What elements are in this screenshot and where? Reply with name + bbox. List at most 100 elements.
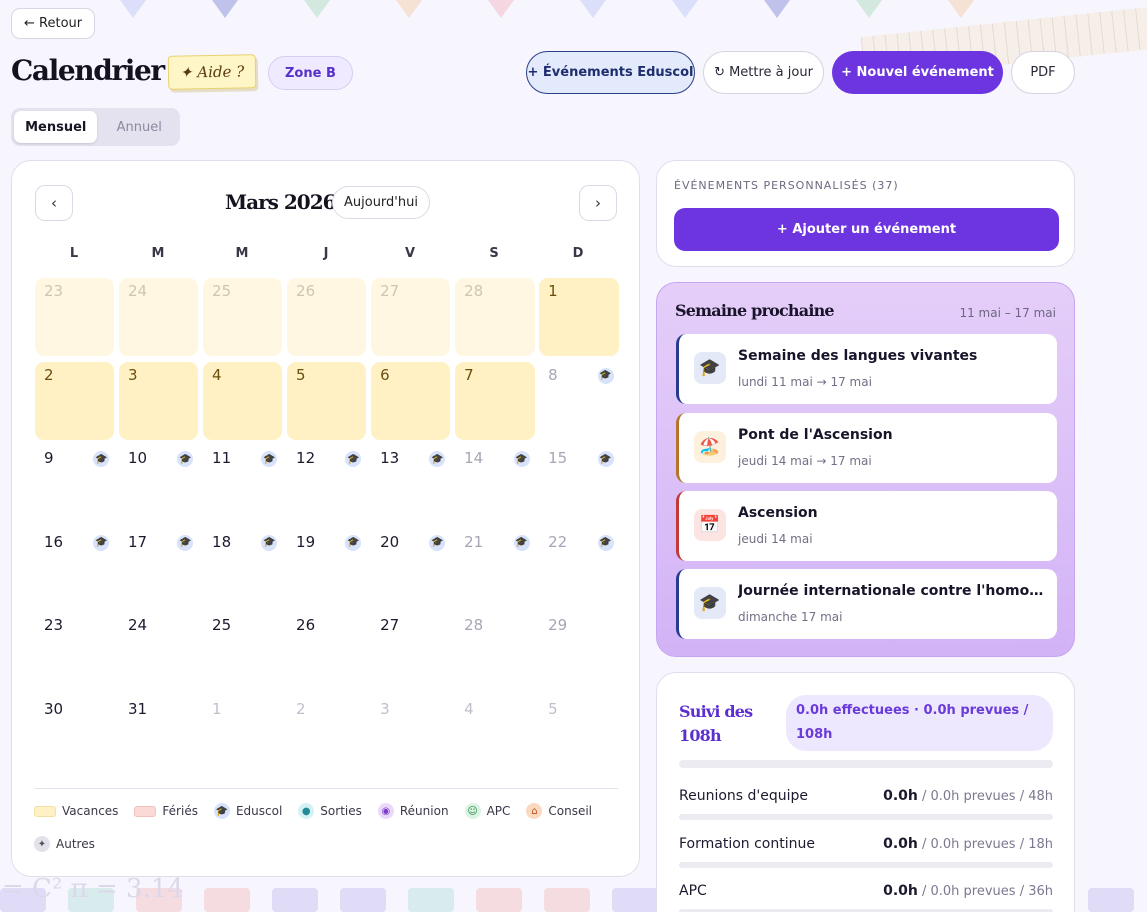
legend-reunion: ◉ Réunion (377, 803, 449, 819)
calendar-grid: 23 24 25 26 27 28 1 2 3 4 5 6 7 8 🎓 9 🎓 10 🎓 11 🎓 12 🎓 13 🎓 14 🎓 15… (35, 278, 619, 774)
calendar-day[interactable]: 15 🎓 (539, 445, 618, 523)
calendar-day[interactable]: 16 🎓 (35, 529, 114, 607)
next-week-event[interactable]: 📅 Ascension jeudi 14 mai (676, 491, 1057, 561)
day-number: 30 (44, 699, 64, 718)
calendar-day[interactable]: 18 🎓 (203, 529, 282, 607)
tracking-summary-badge: 0.0h effectuees · 0.0h prevues / 108h (786, 695, 1053, 751)
day-number: 26 (296, 616, 316, 635)
calendar-day[interactable]: 7 (455, 361, 535, 440)
calendar-day[interactable]: 12 🎓 (287, 445, 366, 523)
calendar-day[interactable]: 23 (35, 612, 114, 690)
legend-label: Vacances (62, 804, 119, 818)
calendar-day[interactable]: 3 (119, 361, 199, 440)
calendar-day[interactable]: 26 (287, 612, 366, 690)
calendar-day[interactable]: 14 🎓 (455, 445, 534, 523)
map-pin-icon: ● (298, 803, 315, 819)
calendar-day[interactable]: 5 (539, 696, 618, 774)
calendar-day[interactable]: 17 🎓 (119, 529, 198, 607)
calendar-day[interactable]: 11 🎓 (203, 445, 282, 523)
calendar-day[interactable]: 25 (203, 278, 283, 356)
tracking-done: 0.0h (883, 883, 918, 899)
event-icon: 📅 (694, 509, 726, 541)
calendar-day[interactable]: 23 (35, 278, 115, 356)
calendar-day[interactable]: 24 (119, 612, 198, 690)
calendar-day[interactable]: 2 (35, 361, 115, 440)
pin-icon: ✦ (34, 836, 50, 852)
day-number: 7 (464, 365, 474, 384)
calendar-day[interactable]: 30 (35, 696, 114, 774)
sparkle-icon: ✦ (179, 63, 193, 82)
yearly-view-tab[interactable]: Annuel (101, 111, 177, 143)
calendar-day[interactable]: 27 (371, 612, 450, 690)
event-name: Ascension (738, 505, 818, 521)
calendar-day[interactable]: 24 (119, 278, 199, 356)
new-event-button[interactable]: + Nouvel événement (832, 51, 1003, 94)
math-decoration: = C² π = 3.14 (2, 874, 184, 904)
day-number: 3 (128, 365, 138, 384)
calendar-day[interactable]: 26 (287, 278, 367, 356)
calendar-day[interactable]: 22 🎓 (539, 529, 618, 607)
calendar-day[interactable]: 8 🎓 (539, 362, 618, 440)
calendar-day[interactable]: 20 🎓 (371, 529, 450, 607)
event-date: dimanche 17 mai (738, 610, 843, 624)
calendar-day[interactable]: 27 (371, 278, 451, 356)
next-month-button[interactable]: › (579, 185, 617, 221)
day-number: 28 (464, 282, 484, 300)
weekday-header: L M M J V S D (34, 246, 618, 261)
previous-month-button[interactable]: ‹ (35, 185, 73, 221)
calendar-day[interactable]: 19 🎓 (287, 529, 366, 607)
legend-feries: Fériés (134, 803, 198, 819)
calendar-day[interactable]: 3 (371, 696, 450, 774)
day-number: 27 (380, 616, 400, 635)
council-icon: ⌂ (526, 803, 543, 819)
tracking-row-label: APC (679, 883, 707, 899)
calendar-day[interactable]: 2 (287, 696, 366, 774)
calendar-day[interactable]: 31 (119, 696, 198, 774)
calendar-day[interactable]: 21 🎓 (455, 529, 534, 607)
calendar-day[interactable]: 5 (287, 361, 367, 440)
day-number: 31 (128, 699, 148, 718)
day-number: 1 (212, 699, 222, 718)
pdf-button[interactable]: PDF (1011, 51, 1075, 94)
calendar-day[interactable]: 9 🎓 (35, 445, 114, 523)
calendar-day[interactable]: 25 (203, 612, 282, 690)
weekday-label: S (489, 246, 499, 261)
event-date: lundi 11 mai → 17 mai (738, 375, 872, 389)
legend-apc: ☺ APC (464, 803, 510, 819)
calendar-day[interactable]: 29 (539, 612, 618, 690)
next-week-title: Semaine prochaine (675, 301, 835, 320)
next-week-event[interactable]: 🎓 Journée internationale contre l'homopho… (676, 569, 1057, 639)
next-week-event[interactable]: 🏖️ Pont de l'Ascension jeudi 14 mai → 17 m… (676, 413, 1057, 483)
help-button[interactable]: ✦ Aide ? (167, 54, 257, 90)
tracking-row: Reunions d'equipe 0.0h / 0.0h prevues / 4… (679, 788, 1053, 804)
calendar-day[interactable]: 1 (203, 696, 282, 774)
next-week-event[interactable]: 🎓 Semaine des langues vivantes lundi 11 ma… (676, 334, 1057, 404)
calendar-day[interactable]: 10 🎓 (119, 445, 198, 523)
eduscol-icon: 🎓 (93, 534, 110, 551)
calendar-day[interactable]: 6 (371, 361, 451, 440)
eduscol-icon: 🎓 (513, 451, 530, 468)
back-button[interactable]: ← Retour (11, 8, 96, 39)
tracking-done: 0.0h (883, 836, 918, 852)
calendar-day[interactable]: 1 (539, 278, 619, 356)
legend-vacances: Vacances (34, 803, 118, 819)
calendar-day[interactable]: 4 (203, 361, 283, 440)
eduscol-events-button[interactable]: + Événements Eduscol (526, 51, 695, 94)
refresh-button[interactable]: ↻ Mettre à jour (703, 51, 824, 94)
calendar-day[interactable]: 13 🎓 (371, 445, 450, 523)
weekday-label: M (235, 246, 249, 261)
graduation-cap-icon: 🎓 (213, 803, 230, 819)
tracking-done: 0.0h (883, 788, 918, 804)
eduscol-icon: 🎓 (93, 451, 110, 468)
today-button[interactable]: Aujourd'hui (332, 186, 430, 219)
add-event-button[interactable]: + Ajouter un événement (674, 208, 1059, 251)
weekday-label: V (404, 246, 416, 261)
calendar-day[interactable]: 4 (455, 696, 534, 774)
zone-badge[interactable]: Zone B (268, 56, 353, 90)
legend-eduscol: 🎓 Eduscol (213, 803, 282, 819)
monthly-view-tab[interactable]: Mensuel (14, 111, 98, 143)
month-label: Mars 2026 (225, 190, 337, 214)
next-week-range: 11 mai – 17 mai (959, 306, 1056, 320)
calendar-day[interactable]: 28 (455, 612, 534, 690)
calendar-day[interactable]: 28 (455, 278, 535, 356)
